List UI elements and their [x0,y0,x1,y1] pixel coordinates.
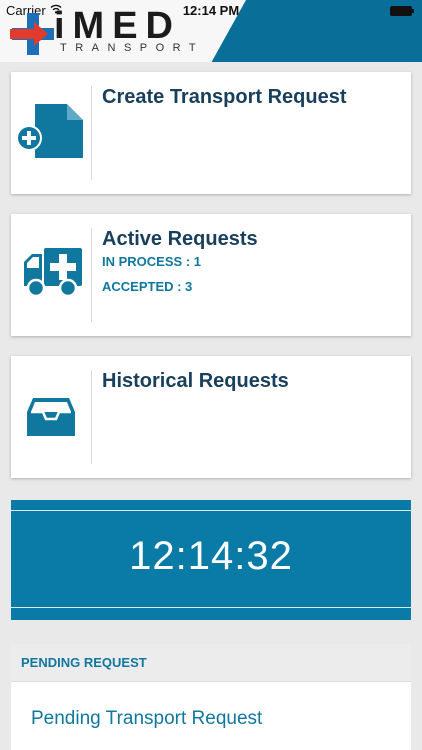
inbox-tray-icon [27,398,75,436]
card-divider [91,370,92,464]
create-card-title: Create Transport Request [102,86,347,108]
add-document-icon [16,104,83,158]
historical-card-title: Historical Requests [102,370,289,392]
app-header: Carrier 12:14 PM iMED TRANSPORT [0,0,422,62]
clock-bottom-line [11,607,411,608]
active-card-title: Active Requests [102,228,258,250]
logo-text: iMED [54,5,181,47]
pending-request-header-text: PENDING REQUEST [21,655,147,670]
active-requests-card[interactable]: Active Requests IN PROCESS : 1 ACCEPTED … [11,214,411,336]
clock-time: 12:14:32 [129,534,293,578]
card-divider [91,86,92,180]
pending-request-header: PENDING REQUEST [11,644,411,682]
ambulance-icon [24,248,82,298]
create-transport-request-card[interactable]: Create Transport Request [11,72,411,194]
clock-top-line [11,510,411,511]
in-process-count: IN PROCESS : 1 [102,254,201,269]
medical-cross-arrow-icon [10,13,54,55]
historical-requests-card[interactable]: Historical Requests [11,356,411,478]
accepted-count: ACCEPTED : 3 [102,279,193,294]
clock-panel: 12:14:32 [11,500,411,620]
card-divider [91,228,92,322]
logo-subtext: TRANSPORT [60,42,205,54]
pending-transport-request-item[interactable]: Pending Transport Request [31,708,262,730]
pending-request-section: PENDING REQUEST Pending Transport Reques… [11,644,411,750]
battery-icon [390,6,414,16]
